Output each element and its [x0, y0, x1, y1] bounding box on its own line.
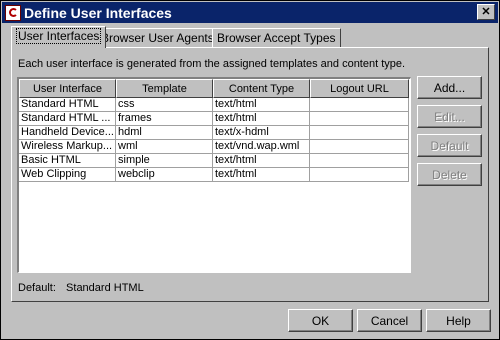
cell-logout-url: [310, 126, 409, 140]
user-interfaces-table[interactable]: User Interface Template Content Type Log…: [17, 77, 411, 273]
tab-browser-user-agents[interactable]: Browser User Agents: [96, 28, 219, 47]
default-label: Default:: [18, 282, 56, 294]
cell-user-interface: Basic HTML: [19, 154, 116, 168]
column-header-template[interactable]: Template: [116, 79, 213, 98]
cell-logout-url: [310, 112, 409, 126]
description-text: Each user interface is generated from th…: [18, 58, 406, 70]
tab-label: Browser Accept Types: [217, 31, 336, 45]
cell-content-type: text/vnd.wap.wml: [213, 140, 310, 154]
tab-label: Browser User Agents: [101, 31, 214, 45]
tab-label: User Interfaces: [16, 28, 102, 44]
column-header-user-interface[interactable]: User Interface: [19, 79, 116, 98]
cell-template: webclip: [116, 168, 213, 182]
title-bar[interactable]: Define User Interfaces ✕: [2, 2, 498, 23]
app-icon: [5, 4, 21, 21]
window-title: Define User Interfaces: [24, 4, 172, 21]
cell-user-interface: Handheld Device...: [19, 126, 116, 140]
cell-content-type: text/html: [213, 168, 310, 182]
table-row[interactable]: Handheld Device... hdml text/x-hdml: [19, 126, 410, 140]
cell-logout-url: [310, 140, 409, 154]
table-row[interactable]: Basic HTML simple text/html: [19, 154, 410, 168]
table-row[interactable]: Wireless Markup... wml text/vnd.wap.wml: [19, 140, 410, 154]
help-button[interactable]: Help: [426, 309, 491, 332]
table-row[interactable]: Standard HTML ... frames text/html: [19, 112, 410, 126]
column-header-content-type[interactable]: Content Type: [213, 79, 310, 98]
cell-content-type: text/html: [213, 112, 310, 126]
default-info: Default: Standard HTML: [18, 282, 144, 294]
cancel-button[interactable]: Cancel: [357, 309, 422, 332]
cell-template: frames: [116, 112, 213, 126]
cell-template: wml: [116, 140, 213, 154]
edit-button[interactable]: Edit...: [417, 105, 482, 128]
ok-button[interactable]: OK: [288, 309, 353, 332]
delete-button[interactable]: Delete: [417, 163, 482, 186]
cell-logout-url: [310, 168, 409, 182]
tab-user-interfaces[interactable]: User Interfaces: [11, 26, 107, 48]
table-row[interactable]: Standard HTML css text/html: [19, 98, 410, 112]
cell-user-interface: Standard HTML: [19, 98, 116, 112]
cell-logout-url: [310, 154, 409, 168]
cell-user-interface: Web Clipping: [19, 168, 116, 182]
tab-browser-accept-types[interactable]: Browser Accept Types: [212, 28, 341, 47]
column-header-logout-url[interactable]: Logout URL: [310, 79, 409, 98]
close-icon[interactable]: ✕: [477, 4, 495, 20]
cell-content-type: text/x-hdml: [213, 126, 310, 140]
cell-template: css: [116, 98, 213, 112]
add-button[interactable]: Add...: [417, 76, 482, 99]
cell-content-type: text/html: [213, 154, 310, 168]
cell-template: simple: [116, 154, 213, 168]
cell-user-interface: Wireless Markup...: [19, 140, 116, 154]
cell-logout-url: [310, 98, 409, 112]
cell-template: hdml: [116, 126, 213, 140]
table-row[interactable]: Web Clipping webclip text/html: [19, 168, 410, 182]
default-button[interactable]: Default: [417, 134, 482, 157]
cell-content-type: text/html: [213, 98, 310, 112]
dialog-window: Define User Interfaces ✕ User Interfaces…: [0, 0, 500, 340]
default-value: Standard HTML: [66, 282, 144, 294]
table-header: User Interface Template Content Type Log…: [19, 79, 410, 98]
cell-user-interface: Standard HTML ...: [19, 112, 116, 126]
